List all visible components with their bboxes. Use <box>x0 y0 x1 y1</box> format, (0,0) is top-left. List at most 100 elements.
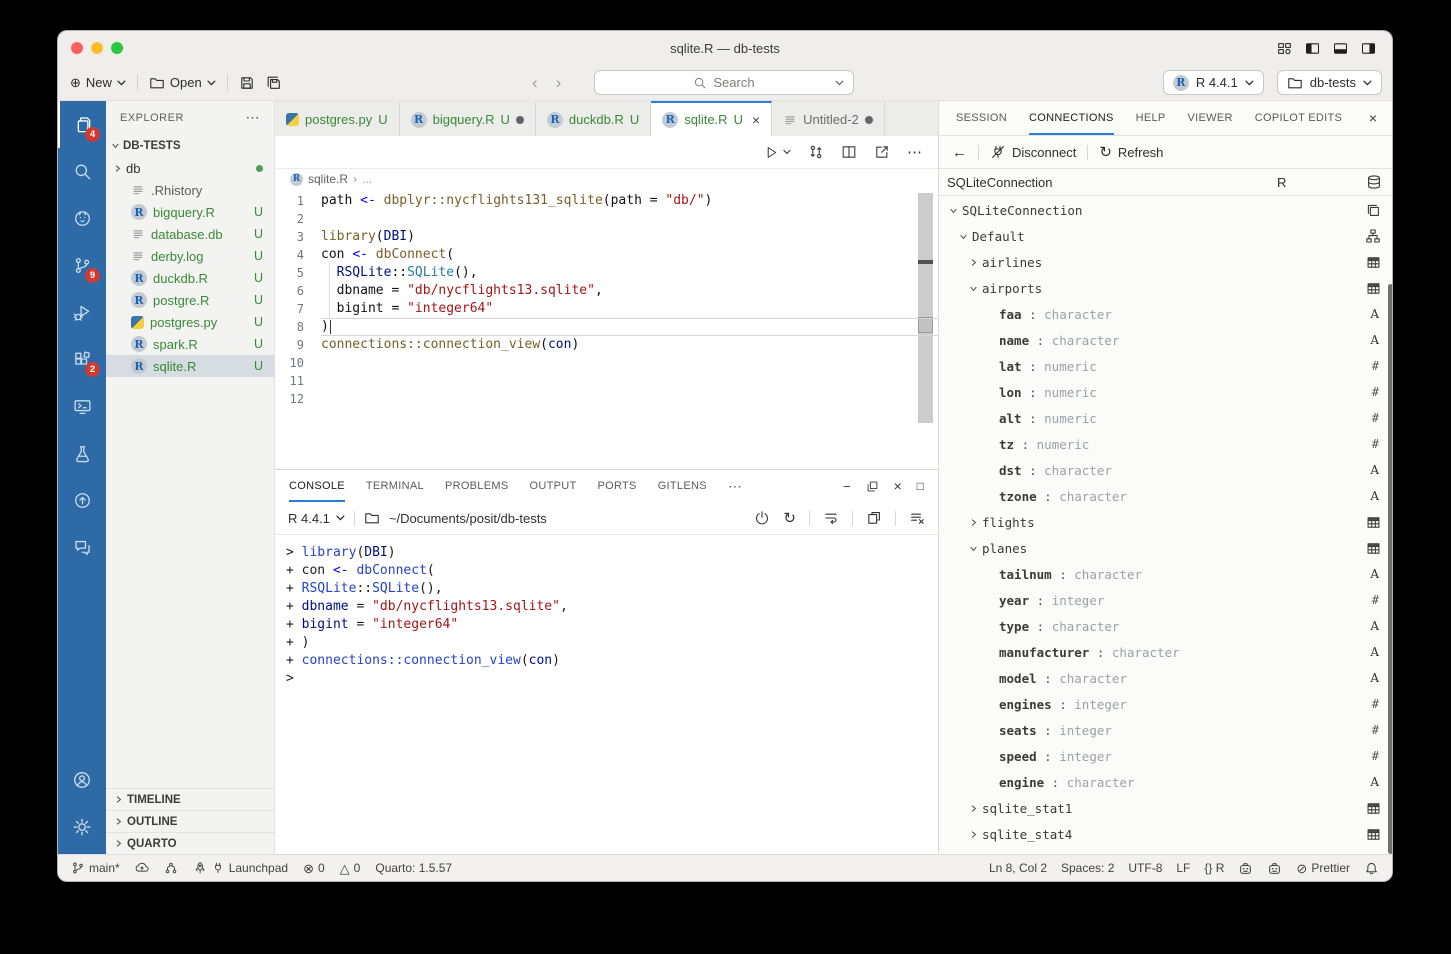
chevron-expanded-icon[interactable] <box>948 206 959 215</box>
panel-tab-gitlens[interactable]: GITLENS <box>658 470 707 502</box>
popout-icon[interactable] <box>866 510 882 526</box>
file-item-spark.R[interactable]: Rspark.RU <box>106 333 274 355</box>
tree-field-lat[interactable]: lat : numeric# <box>939 353 1393 379</box>
toggle-bottom-panel-icon[interactable] <box>1333 41 1348 56</box>
wrap-icon[interactable] <box>823 510 839 526</box>
chevron-collapsed-icon[interactable] <box>969 829 978 840</box>
status-launchpad[interactable]: Launchpad <box>193 861 288 875</box>
console-runtime-selector[interactable]: R 4.4.1 <box>288 511 345 526</box>
file-item-bigquery.R[interactable]: Rbigquery.RU <box>106 201 274 223</box>
editor-tab-bigquery.R[interactable]: Rbigquery.RU <box>400 101 536 136</box>
sidebar-section-outline[interactable]: OUTLINE <box>106 810 274 832</box>
status-0[interactable]: ⊗0 <box>303 861 325 875</box>
tree-field-dst[interactable]: dst : characterA <box>939 457 1393 483</box>
status-prettier[interactable]: ⊘Prettier <box>1296 861 1350 875</box>
forward-button[interactable]: › <box>556 73 562 93</box>
tree-node-flights[interactable]: flights <box>939 509 1393 535</box>
new-button[interactable]: ⊕New <box>70 75 126 90</box>
run-file-button[interactable] <box>764 145 791 160</box>
chevron-collapsed-icon[interactable] <box>114 816 123 827</box>
tree-node-planes[interactable]: planes <box>939 535 1393 561</box>
status-copilot-icon[interactable] <box>1267 861 1282 876</box>
activity-item-publish[interactable] <box>58 477 106 524</box>
chevron-expanded-icon[interactable] <box>968 544 979 553</box>
tree-field-type[interactable]: type : characterA <box>939 613 1393 639</box>
tree-field-tailnum[interactable]: tailnum : characterA <box>939 561 1393 587</box>
tree-field-lon[interactable]: lon : numeric# <box>939 379 1393 405</box>
chevron-collapsed-icon[interactable] <box>969 803 978 814</box>
right-tab-connections[interactable]: CONNECTIONS <box>1029 101 1114 135</box>
chevron-down-icon[interactable] <box>835 80 844 86</box>
panel-tab-problems[interactable]: PROBLEMS <box>445 470 509 502</box>
back-button[interactable]: ‹ <box>532 73 538 93</box>
close-window-button[interactable] <box>71 42 83 54</box>
tree-node-sqlite_stat1[interactable]: sqlite_stat1 <box>939 795 1393 821</box>
tree-field-engine[interactable]: engine : characterA <box>939 769 1393 795</box>
minimize-window-button[interactable] <box>91 42 103 54</box>
workspace-selector[interactable]: db-tests <box>1277 70 1382 95</box>
close-right-panel-icon[interactable]: × <box>1369 110 1377 126</box>
tree-node-airports[interactable]: airports <box>939 275 1393 301</box>
code-editor[interactable]: 1path <- dbplyr::nycflights131_sqlite(pa… <box>275 189 938 469</box>
activity-item-github[interactable] <box>58 195 106 242</box>
activity-item-comments[interactable] <box>58 524 106 571</box>
chevron-expanded-icon[interactable] <box>958 232 969 241</box>
panel-tab-ports[interactable]: PORTS <box>598 470 637 502</box>
status-quarto-1-5-57[interactable]: Quarto: 1.5.57 <box>375 861 452 875</box>
chevron-expanded-icon[interactable] <box>968 284 979 293</box>
sidebar-section-quarto[interactable]: QUARTO <box>106 832 274 854</box>
file-item-database.db[interactable]: database.dbU <box>106 223 274 245</box>
status-0[interactable]: △0 <box>340 861 361 875</box>
tree-node-Default[interactable]: Default <box>939 223 1393 249</box>
file-item-derby.log[interactable]: derby.logU <box>106 245 274 267</box>
status-graph-icon[interactable] <box>164 861 178 875</box>
toggle-right-panel-icon[interactable] <box>1361 41 1376 56</box>
toggle-left-panel-icon[interactable] <box>1305 41 1320 56</box>
activity-item-remote-explorer[interactable] <box>58 383 106 430</box>
status-lf[interactable]: LF <box>1176 861 1190 875</box>
file-item-postgres.py[interactable]: postgres.pyU <box>106 311 274 333</box>
tree-field-year[interactable]: year : integer# <box>939 587 1393 613</box>
maximize-panel-icon[interactable]: □ <box>917 479 924 493</box>
status-spaces-2[interactable]: Spaces: 2 <box>1061 861 1114 875</box>
tree-node-airlines[interactable]: airlines <box>939 249 1393 275</box>
clear-icon[interactable] <box>909 510 925 526</box>
console-output[interactable]: > library(DBI)+ con <- dbConnect(+ RSQLi… <box>275 535 938 854</box>
status-r[interactable]: {} R <box>1204 861 1224 875</box>
open-button[interactable]: Open <box>149 75 216 91</box>
tree-field-alt[interactable]: alt : numeric# <box>939 405 1393 431</box>
chevron-expanded-icon[interactable] <box>110 141 121 150</box>
source-graph-icon[interactable] <box>808 144 824 160</box>
activity-item-explorer[interactable]: 4 <box>58 101 106 148</box>
activity-item-extensions[interactable]: 2 <box>58 336 106 383</box>
restore-panel-icon[interactable] <box>866 480 879 493</box>
status-cloud-upload-icon[interactable] <box>135 861 149 875</box>
split-editor-icon[interactable] <box>841 144 857 160</box>
activity-item-account[interactable] <box>58 756 106 803</box>
chevron-collapsed-icon[interactable] <box>114 794 123 805</box>
more-actions-icon[interactable]: ⋯ <box>246 109 261 126</box>
tree-node-SQLiteConnection[interactable]: SQLiteConnection <box>939 197 1393 223</box>
disconnect-button[interactable]: Disconnect <box>990 144 1076 160</box>
restart-icon[interactable]: ↻ <box>783 509 796 527</box>
editor-tab-duckdb.R[interactable]: Rduckdb.RU <box>536 101 651 136</box>
sidebar-section-timeline[interactable]: TIMELINE <box>106 788 274 810</box>
breadcrumb[interactable]: R sqlite.R › ... <box>275 169 938 189</box>
activity-item-source-control[interactable]: 9 <box>58 242 106 289</box>
minimize-panel-icon[interactable]: − <box>843 479 851 494</box>
editor-tab-sqlite.R[interactable]: Rsqlite.RU× <box>651 101 772 136</box>
tree-field-tz[interactable]: tz : numeric# <box>939 431 1393 457</box>
panel-tab-terminal[interactable]: TERMINAL <box>366 470 424 502</box>
chevron-collapsed-icon[interactable] <box>969 517 978 528</box>
customize-layout-icon[interactable] <box>1277 41 1292 56</box>
status-bell-icon[interactable] <box>1364 861 1379 876</box>
right-tab-help[interactable]: HELP <box>1136 101 1166 135</box>
right-tab-viewer[interactable]: VIEWER <box>1188 101 1233 135</box>
status-main[interactable]: main* <box>71 861 120 875</box>
tree-field-model[interactable]: model : characterA <box>939 665 1393 691</box>
tree-node-weather[interactable]: weather <box>939 847 1393 854</box>
open-external-icon[interactable] <box>874 144 890 160</box>
tree-node-sqlite_stat4[interactable]: sqlite_stat4 <box>939 821 1393 847</box>
power-icon[interactable] <box>754 510 770 526</box>
tree-field-engines[interactable]: engines : integer# <box>939 691 1393 717</box>
